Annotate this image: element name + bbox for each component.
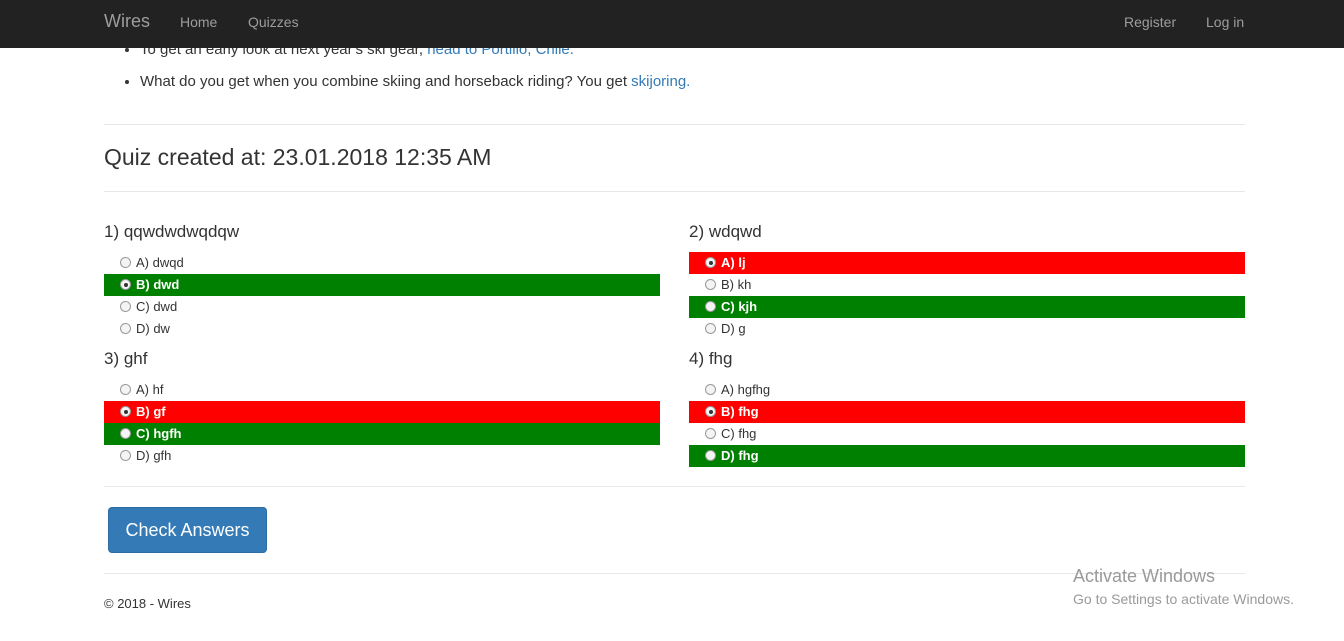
answer-label: D) fhg: [721, 448, 759, 463]
answer-option[interactable]: C) dwd: [104, 296, 660, 318]
answer-radio[interactable]: [705, 406, 716, 417]
answer-option[interactable]: B) fhg: [689, 401, 1245, 423]
answer-radio[interactable]: [705, 384, 716, 395]
answer-option[interactable]: A) lj: [689, 252, 1245, 274]
answer-label: C) kjh: [721, 299, 758, 314]
answer-label: A) dwqd: [136, 255, 184, 270]
answer-label: B) fhg: [721, 404, 759, 419]
answer-option[interactable]: A) dwqd: [104, 252, 660, 274]
brand-link[interactable]: Wires: [104, 11, 150, 32]
answer-radio[interactable]: [705, 428, 716, 439]
answer-label: C) dwd: [136, 299, 178, 314]
list-item: What do you get when you combine skiing …: [140, 72, 1240, 92]
answer-radio[interactable]: [120, 384, 131, 395]
answer-radio[interactable]: [705, 450, 716, 461]
answer-radio[interactable]: [705, 257, 716, 268]
check-answers-button[interactable]: Check Answers: [108, 507, 267, 553]
answer-option[interactable]: A) hf: [104, 379, 660, 401]
answer-option[interactable]: C) kjh: [689, 296, 1245, 318]
question-1: 1) qqwdwdwqdqw A) dwqd B) dwd C) dwd D) dw: [104, 220, 660, 340]
question-4: 4) fhg A) hgfhg B) fhg C) fhg D) fhg: [689, 347, 1245, 467]
answer-label: C) fhg: [721, 426, 757, 441]
question-3: 3) ghf A) hf B) gf C) hgfh D) gfh: [104, 347, 660, 467]
answer-radio[interactable]: [120, 428, 131, 439]
footer-copyright: © 2018 - Wires: [104, 596, 191, 611]
answer-label: A) hf: [136, 382, 164, 397]
answer-label: B) gf: [136, 404, 166, 419]
nav-quizzes-link[interactable]: Quizzes: [248, 14, 299, 30]
list-item-link[interactable]: skijoring.: [631, 73, 690, 90]
question-title: 4) fhg: [689, 349, 733, 368]
question-title: 2) wdqwd: [689, 222, 762, 241]
answer-radio[interactable]: [705, 323, 716, 334]
answer-option[interactable]: A) hgfhg: [689, 379, 1245, 401]
answer-label: C) hgfh: [136, 426, 182, 441]
answer-label: D) g: [721, 321, 746, 336]
answer-radio[interactable]: [120, 257, 131, 268]
answer-option[interactable]: C) fhg: [689, 423, 1245, 445]
divider: [104, 486, 1245, 487]
news-list: To get an early look at next year's ski …: [140, 40, 1240, 104]
activation-watermark: Activate Windows Go to Settings to activ…: [1073, 566, 1294, 607]
divider: [104, 124, 1245, 125]
answer-radio[interactable]: [120, 450, 131, 461]
nav-register-link[interactable]: Register: [1124, 14, 1176, 30]
answer-radio[interactable]: [705, 279, 716, 290]
answer-label: D) dw: [136, 321, 170, 336]
answer-label: B) kh: [721, 277, 752, 292]
nav-login-link[interactable]: Log in: [1206, 14, 1244, 30]
answer-option[interactable]: C) hgfh: [104, 423, 660, 445]
answer-option[interactable]: D) gfh: [104, 445, 660, 467]
answer-option[interactable]: D) fhg: [689, 445, 1245, 467]
answer-label: D) gfh: [136, 448, 172, 463]
answer-label: B) dwd: [136, 277, 180, 292]
navbar: Wires Home Quizzes Register Log in: [0, 0, 1344, 48]
nav-home-link[interactable]: Home: [180, 14, 217, 30]
answer-radio[interactable]: [120, 279, 131, 290]
answer-radio[interactable]: [120, 406, 131, 417]
divider: [104, 191, 1245, 192]
quiz-title: Quiz created at: 23.01.2018 12:35 AM: [104, 144, 492, 170]
answer-option[interactable]: B) kh: [689, 274, 1245, 296]
question-2: 2) wdqwd A) lj B) kh C) kjh D) g: [689, 220, 1245, 340]
answer-option[interactable]: B) gf: [104, 401, 660, 423]
answer-option[interactable]: D) dw: [104, 318, 660, 340]
question-title: 3) ghf: [104, 349, 148, 368]
answer-label: A) hgfhg: [721, 382, 771, 397]
answer-radio[interactable]: [705, 301, 716, 312]
question-title: 1) qqwdwdwqdqw: [104, 222, 240, 241]
answer-label: A) lj: [721, 255, 746, 270]
watermark-title: Activate Windows: [1073, 566, 1216, 586]
answer-radio[interactable]: [120, 323, 131, 334]
answer-option[interactable]: D) g: [689, 318, 1245, 340]
answer-radio[interactable]: [120, 301, 131, 312]
watermark-subtitle: Go to Settings to activate Windows.: [1073, 591, 1294, 607]
answer-option[interactable]: B) dwd: [104, 274, 660, 296]
list-item-text: What do you get when you combine skiing …: [140, 73, 632, 90]
